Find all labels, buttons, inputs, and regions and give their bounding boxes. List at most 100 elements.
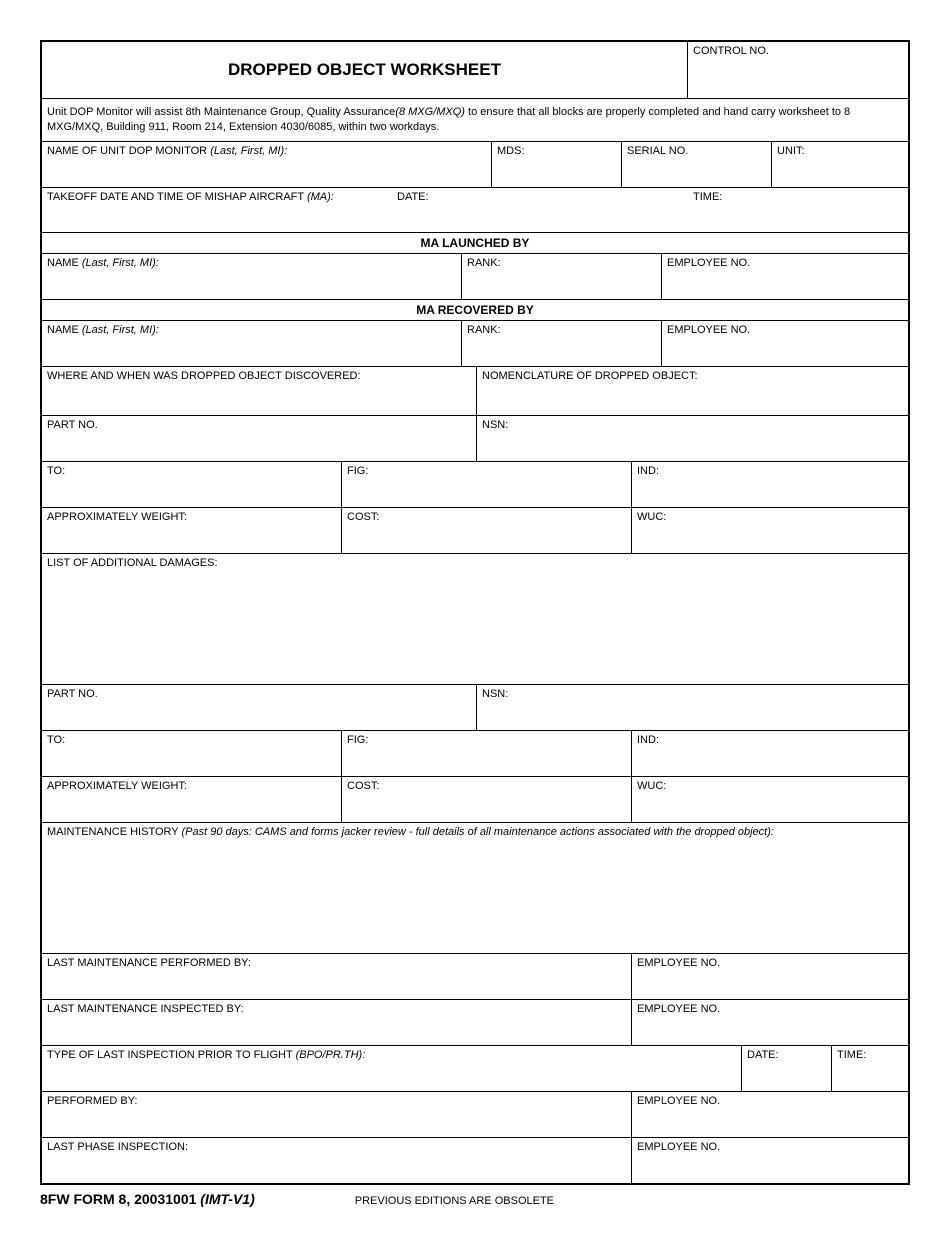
cost-cell-2: COST: xyxy=(342,777,632,822)
to-input-2[interactable] xyxy=(47,746,336,760)
mds-cell: MDS: xyxy=(492,142,622,187)
takeoff-row: TAKEOFF DATE AND TIME OF MISHAP AIRCRAFT… xyxy=(42,188,908,233)
where-when-input[interactable] xyxy=(47,382,471,396)
launched-rank-cell: RANK: xyxy=(462,254,662,299)
unit-cell: UNIT: xyxy=(772,142,908,187)
recovered-name-cell: NAME (Last, First, MI): xyxy=(42,321,462,366)
damages-row: LIST OF ADDITIONAL DAMAGES: xyxy=(42,554,908,685)
fig-input-1[interactable] xyxy=(347,477,626,491)
recovered-rank-input[interactable] xyxy=(467,336,656,350)
performed-by-emp-input[interactable] xyxy=(637,1107,903,1121)
recovered-employee-input[interactable] xyxy=(667,336,903,350)
recovered-rank-cell: RANK: xyxy=(462,321,662,366)
footer-form: 8FW FORM 8, 20031001 (IMT-V1) xyxy=(40,1191,255,1207)
takeoff-date-label: DATE: xyxy=(397,191,487,229)
type-inspection-cell: TYPE OF LAST INSPECTION PRIOR TO FLIGHT … xyxy=(42,1046,742,1091)
tofigind-row-2: TO: FIG: IND: xyxy=(42,731,908,777)
form-container: DROPPED OBJECT WORKSHEET CONTROL NO. Uni… xyxy=(40,40,910,1185)
nomenclature-input[interactable] xyxy=(482,382,903,396)
to-input-1[interactable] xyxy=(47,477,336,491)
footer-note: PREVIOUS EDITIONS ARE OBSOLETE xyxy=(355,1195,554,1207)
part-row-2: PART NO. NSN: xyxy=(42,685,908,731)
launched-rank-input[interactable] xyxy=(467,269,656,283)
takeoff-time-input[interactable] xyxy=(823,191,903,229)
part-no-input-2[interactable] xyxy=(47,700,471,714)
serial-cell: SERIAL NO. xyxy=(622,142,772,187)
mds-input[interactable] xyxy=(497,157,616,171)
weight-input-1[interactable] xyxy=(47,523,336,537)
launched-header: MA LAUNCHED BY xyxy=(42,233,908,254)
nomenclature-cell: NOMENCLATURE OF DROPPED OBJECT: xyxy=(477,367,908,415)
last-performed-emp-input[interactable] xyxy=(637,969,903,983)
control-no-label: CONTROL NO. xyxy=(693,45,903,57)
last-inspected-input[interactable] xyxy=(47,1015,626,1029)
last-phase-emp-cell: EMPLOYEE NO. xyxy=(632,1138,908,1183)
weight-input-2[interactable] xyxy=(47,792,336,806)
last-performed-cell: LAST MAINTENANCE PERFORMED BY: xyxy=(42,954,632,999)
where-when-cell: WHERE AND WHEN WAS DROPPED OBJECT DISCOV… xyxy=(42,367,477,415)
maint-history-row: MAINTENANCE HISTORY (Past 90 days: CAMS … xyxy=(42,823,908,954)
wuc-input-1[interactable] xyxy=(637,523,903,537)
inspection-time-cell: TIME: xyxy=(832,1046,908,1091)
ind-cell-1: IND: xyxy=(632,462,908,507)
to-cell-2: TO: xyxy=(42,731,342,776)
damages-cell: LIST OF ADDITIONAL DAMAGES: xyxy=(42,554,908,684)
nsn-input-2[interactable] xyxy=(482,700,903,714)
wcw-row-1: APPROXIMATELY WEIGHT: COST: WUC: xyxy=(42,508,908,554)
launched-name-input[interactable] xyxy=(47,269,456,283)
wuc-input-2[interactable] xyxy=(637,792,903,806)
inspection-date-input[interactable] xyxy=(747,1061,826,1075)
last-performed-input[interactable] xyxy=(47,969,626,983)
nsn-cell-1: NSN: xyxy=(477,416,908,461)
launched-employee-input[interactable] xyxy=(667,269,903,283)
last-phase-emp-input[interactable] xyxy=(637,1153,903,1167)
maint-history-input[interactable] xyxy=(47,838,903,943)
serial-input[interactable] xyxy=(627,157,766,171)
ind-input-2[interactable] xyxy=(637,746,903,760)
weight-cell-2: APPROXIMATELY WEIGHT: xyxy=(42,777,342,822)
wuc-cell-1: WUC: xyxy=(632,508,908,553)
part-no-cell-2: PART NO. xyxy=(42,685,477,730)
recovered-row: NAME (Last, First, MI): RANK: EMPLOYEE N… xyxy=(42,321,908,367)
takeoff-date-input[interactable] xyxy=(497,191,693,229)
cost-input-2[interactable] xyxy=(347,792,626,806)
takeoff-cell: TAKEOFF DATE AND TIME OF MISHAP AIRCRAFT… xyxy=(42,188,908,232)
last-inspected-row: LAST MAINTENANCE INSPECTED BY: EMPLOYEE … xyxy=(42,1000,908,1046)
cost-input-1[interactable] xyxy=(347,523,626,537)
fig-cell-2: FIG: xyxy=(342,731,632,776)
type-inspection-input[interactable] xyxy=(47,1061,736,1075)
footer: 8FW FORM 8, 20031001 (IMT-V1) PREVIOUS E… xyxy=(40,1191,910,1207)
performed-by-cell: PERFORMED BY: xyxy=(42,1092,632,1137)
recovered-employee-cell: EMPLOYEE NO. xyxy=(662,321,908,366)
monitor-row: NAME OF UNIT DOP MONITOR (Last, First, M… xyxy=(42,142,908,188)
performed-by-row: PERFORMED BY: EMPLOYEE NO. xyxy=(42,1092,908,1138)
nsn-cell-2: NSN: xyxy=(477,685,908,730)
last-phase-input[interactable] xyxy=(47,1153,626,1167)
performed-by-input[interactable] xyxy=(47,1107,626,1121)
last-inspected-emp-input[interactable] xyxy=(637,1015,903,1029)
last-phase-cell: LAST PHASE INSPECTION: xyxy=(42,1138,632,1183)
part-no-cell-1: PART NO. xyxy=(42,416,477,461)
wuc-cell-2: WUC: xyxy=(632,777,908,822)
fig-input-2[interactable] xyxy=(347,746,626,760)
title-cell: DROPPED OBJECT WORKSHEET xyxy=(42,42,688,98)
nsn-input-1[interactable] xyxy=(482,431,903,445)
damages-input[interactable] xyxy=(47,569,903,674)
form-title: DROPPED OBJECT WORKSHEET xyxy=(228,60,501,79)
instruction-text: Unit DOP Monitor will assist 8th Mainten… xyxy=(42,99,908,141)
tofigind-row-1: TO: FIG: IND: xyxy=(42,462,908,508)
unit-input[interactable] xyxy=(777,157,903,171)
ind-input-1[interactable] xyxy=(637,477,903,491)
type-inspection-row: TYPE OF LAST INSPECTION PRIOR TO FLIGHT … xyxy=(42,1046,908,1092)
recovered-name-input[interactable] xyxy=(47,336,456,350)
weight-cell-1: APPROXIMATELY WEIGHT: xyxy=(42,508,342,553)
inspection-date-cell: DATE: xyxy=(742,1046,832,1091)
launched-employee-cell: EMPLOYEE NO. xyxy=(662,254,908,299)
control-no-input[interactable] xyxy=(693,57,903,71)
recovered-header: MA RECOVERED BY xyxy=(42,300,908,321)
inspection-time-input[interactable] xyxy=(837,1061,903,1075)
last-performed-row: LAST MAINTENANCE PERFORMED BY: EMPLOYEE … xyxy=(42,954,908,1000)
wcw-row-2: APPROXIMATELY WEIGHT: COST: WUC: xyxy=(42,777,908,823)
monitor-input[interactable] xyxy=(47,157,486,171)
part-no-input-1[interactable] xyxy=(47,431,471,445)
